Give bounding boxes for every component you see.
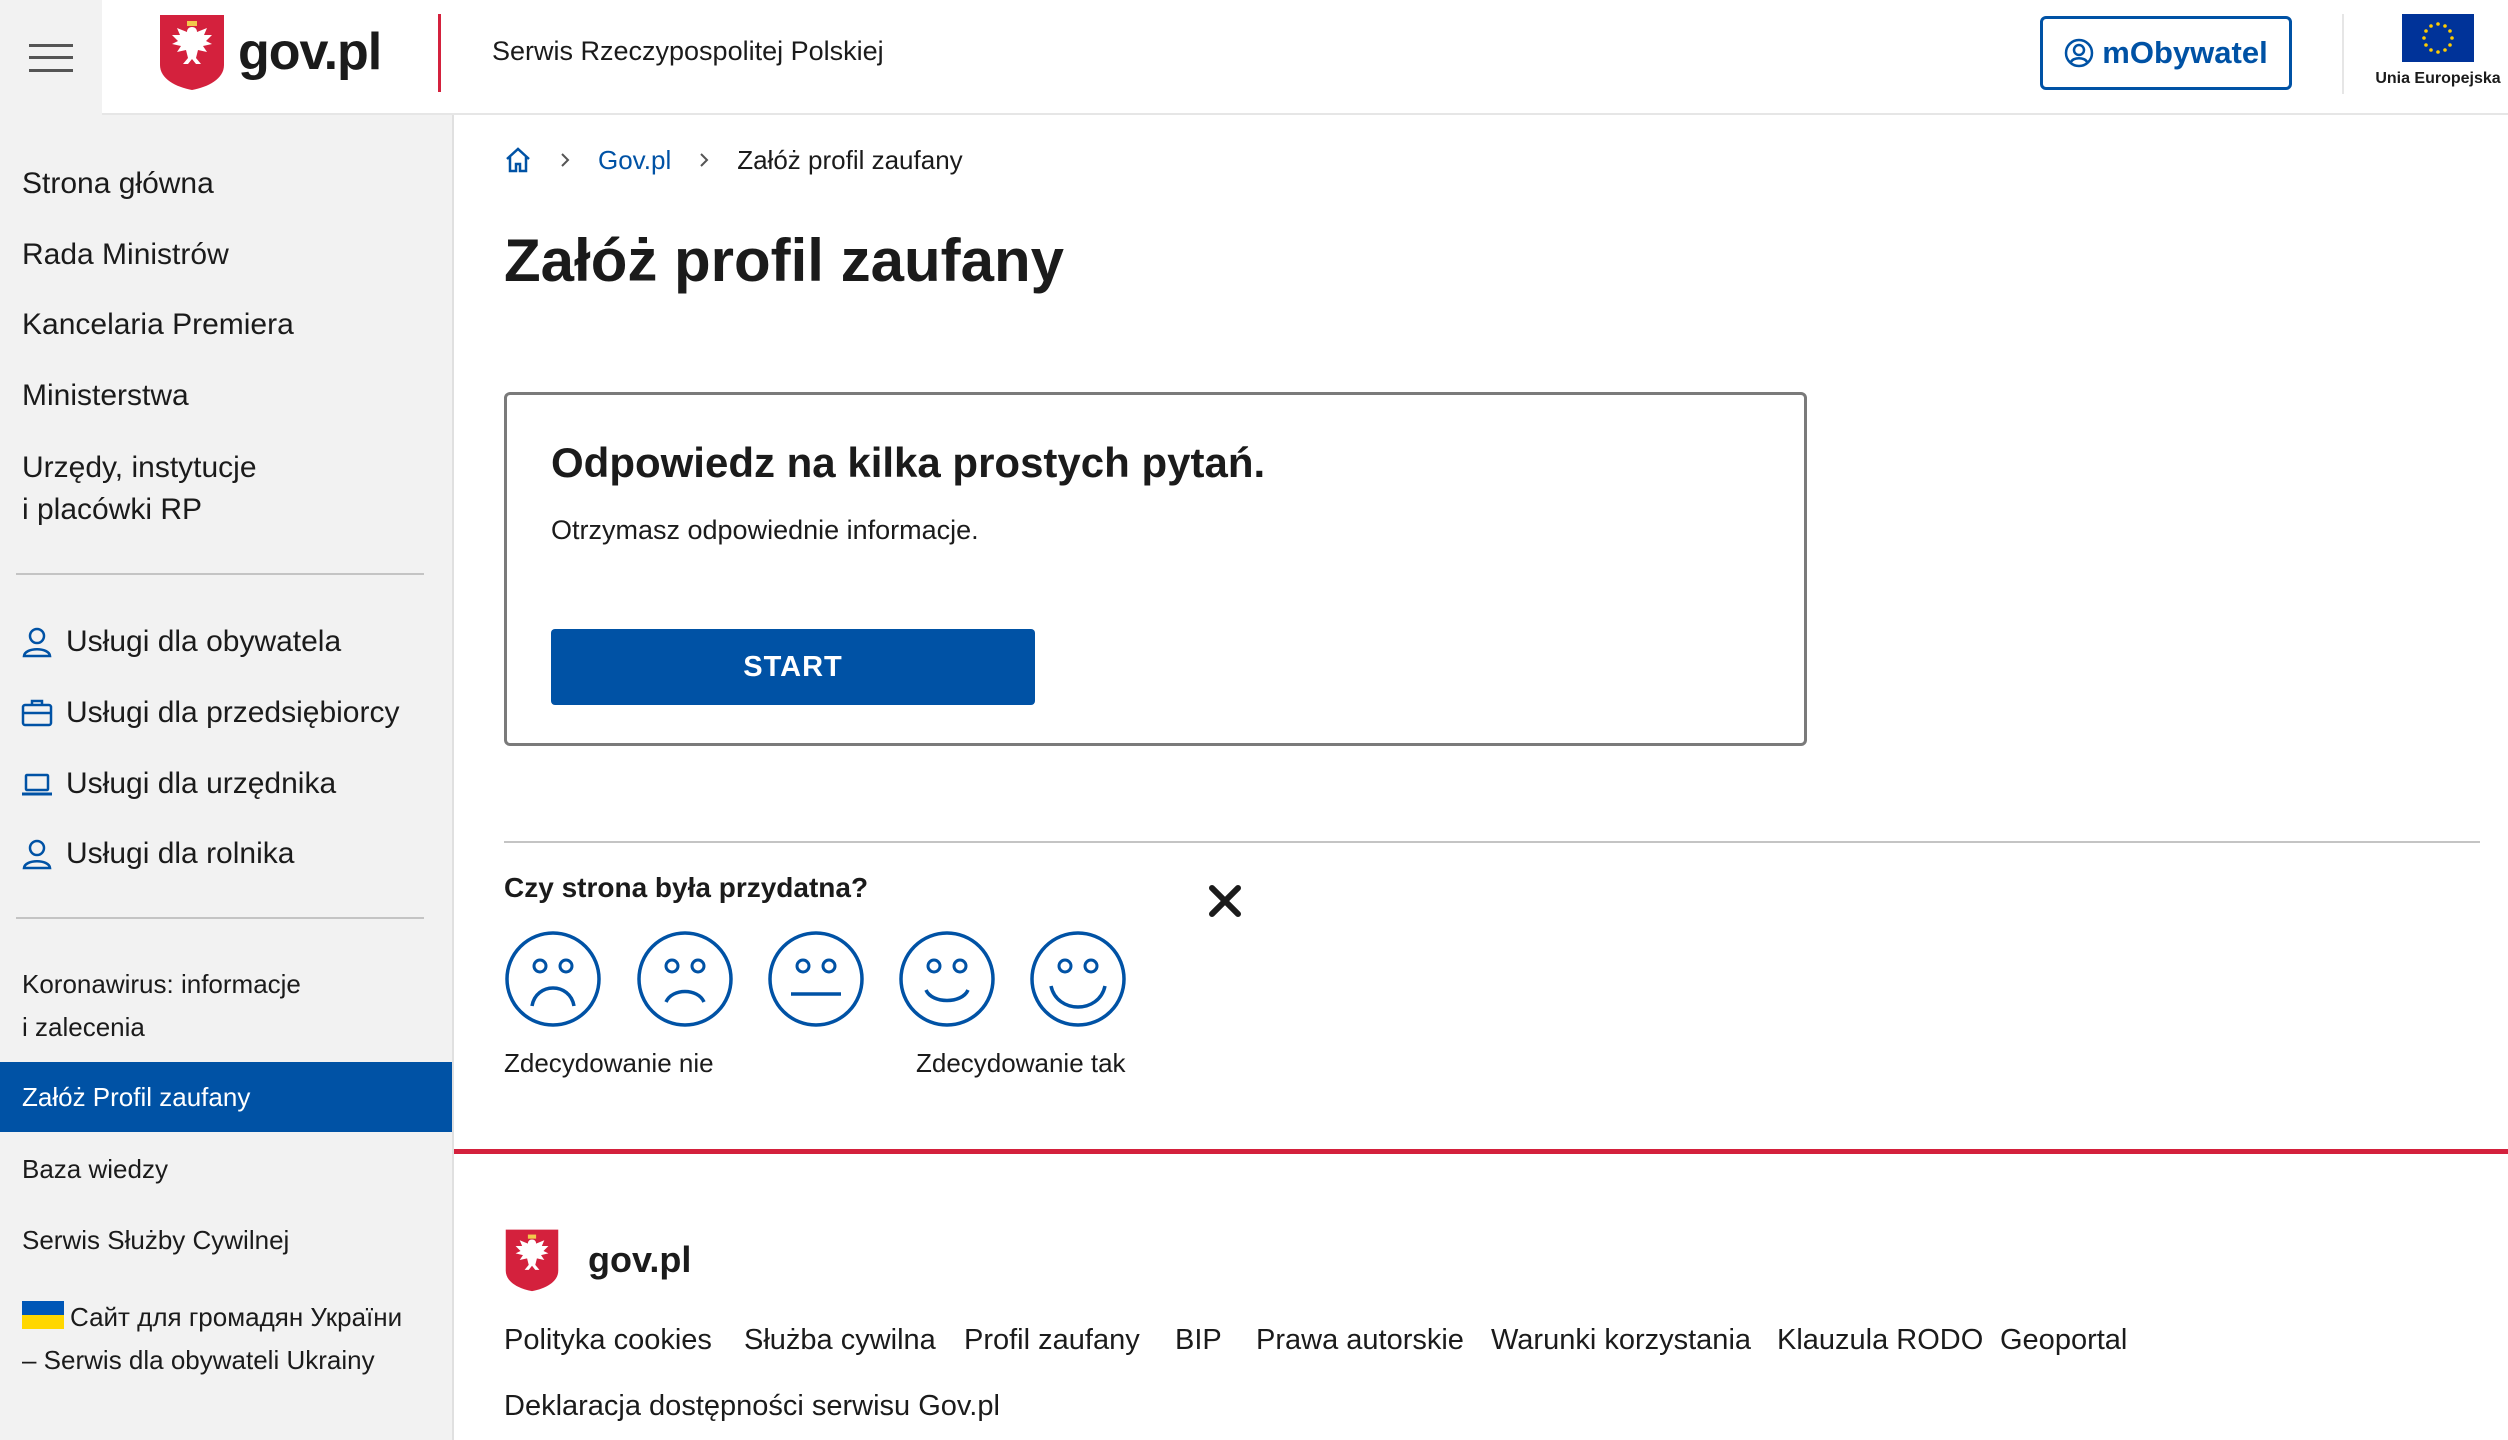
person-icon [22,839,52,870]
sidebar-item-offices[interactable]: Urzędy, instytucje [22,447,257,489]
hamburger-icon [29,43,73,72]
site-header: gov.pl Serwis Rzeczypospolitej Polskiej … [0,0,2508,115]
footer-link-geoportal[interactable]: Geoportal [2000,1324,2127,1357]
breadcrumb-gov[interactable]: Gov.pl [598,145,671,176]
sad-face-icon[interactable] [636,930,734,1028]
very-sad-face-icon[interactable] [504,930,602,1028]
sidebar-item-knowledge-base[interactable]: Baza wiedzy [22,1148,168,1190]
menu-button[interactable] [0,0,102,115]
sidebar-divider [16,573,424,575]
feedback-label-yes: Zdecydowanie tak [916,1048,1126,1078]
logo-text: gov.pl [238,23,382,81]
sidebar-divider [16,917,424,919]
sidebar-item-trusted-profile-active[interactable]: Załóż Profil zaufany [0,1062,452,1132]
briefcase-icon [21,699,53,727]
happy-face-icon[interactable] [898,930,996,1028]
sidebar-item-ukraine[interactable]: Сайт для громадян України [22,1296,402,1338]
chevron-right-icon [561,153,570,167]
neutral-face-icon[interactable] [767,930,865,1028]
card-subtitle: Otrzymasz odpowiednie informacje. [551,515,979,545]
laptop-icon [22,773,52,796]
page-title: Załóż profil zaufany [504,227,1065,294]
sidebar-item-civil-service[interactable]: Serwis Służby Cywilnej [22,1219,289,1261]
questionnaire-card: Odpowiedz na kilka prostych pytań. Otrzy… [504,392,1807,746]
sidebar-item-ukraine-line2[interactable]: – Serwis dla obywateli Ukrainy [22,1339,375,1381]
eu-logo[interactable]: Unia Europejska [2370,14,2506,88]
breadcrumb: Gov.pl Załóż profil zaufany [504,140,963,180]
sidebar-item-farmer-services[interactable]: Usługi dla rolnika [66,833,294,875]
footer-link-copyright[interactable]: Prawa autorskie [1256,1324,1464,1357]
close-icon[interactable] [1204,880,1246,922]
sidebar-item-offices-line2[interactable]: i placówki RP [22,489,202,531]
sidebar-item-official-services[interactable]: Usługi dla urzędnika [66,763,336,805]
footer-logo-text: gov.pl [588,1239,692,1280]
sidebar-item-council-of-ministers[interactable]: Rada Ministrów [22,234,229,276]
sidebar-item-chancellery[interactable]: Kancelaria Premiera [22,304,294,346]
header-divider [2342,14,2344,94]
feedback-label-no: Zdecydowanie nie [504,1048,714,1078]
card-title: Odpowiedz na kilka prostych pytań. [551,439,1266,486]
person-icon [22,627,52,658]
ukraine-line1: Сайт для громадян України [70,1302,403,1332]
gov-logo[interactable]: gov.pl [158,12,382,92]
sidebar-nav: Strona główna Rada Ministrów Kancelaria … [0,115,454,1440]
sidebar-item-citizen-services[interactable]: Usługi dla obywatela [66,621,341,663]
eu-label: Unia Europejska [2375,70,2501,87]
polish-eagle-emblem-icon [505,1229,559,1292]
feedback-divider [504,841,2480,843]
footer-logo[interactable]: gov.pl [504,1228,691,1292]
eu-flag-icon [2402,14,2474,62]
very-happy-face-icon[interactable] [1029,930,1127,1028]
mobywatel-label: mObywatel [2102,35,2268,70]
footer-link-trusted-profile[interactable]: Profil zaufany [964,1324,1140,1357]
ukraine-flag-icon [22,1301,64,1329]
polish-eagle-emblem-icon [160,15,224,90]
mobywatel-button[interactable]: mObywatel [2040,16,2292,90]
footer-link-bip[interactable]: BIP [1175,1324,1222,1357]
footer-link-cookies[interactable]: Polityka cookies [504,1324,712,1357]
chevron-right-icon [700,153,709,167]
sidebar-item-business-services[interactable]: Usługi dla przedsiębiorcy [66,692,400,734]
footer-link-accessibility[interactable]: Deklaracja dostępności serwisu Gov.pl [504,1390,1000,1423]
start-button[interactable]: START [551,629,1035,705]
footer-link-rodo[interactable]: Klauzula RODO [1777,1324,1983,1357]
service-name: Serwis Rzeczypospolitej Polskiej [492,36,884,66]
sidebar-item-covid-line2[interactable]: i zalecenia [22,1006,145,1048]
sidebar-item-home[interactable]: Strona główna [22,163,214,205]
sidebar-item-covid[interactable]: Koronawirus: informacje [22,963,301,1005]
logo-divider [438,14,441,92]
user-circle-icon [2065,38,2094,68]
home-icon[interactable] [504,146,532,174]
feedback-question: Czy strona była przydatna? [504,872,869,903]
breadcrumb-current: Załóż profil zaufany [737,144,963,175]
sidebar-item-ministries[interactable]: Ministerstwa [22,375,189,417]
footer-link-terms[interactable]: Warunki korzystania [1491,1324,1751,1357]
site-footer: gov.pl Polityka cookies Służba cywilna P… [454,1149,2508,1440]
footer-link-civil-service[interactable]: Służba cywilna [744,1324,936,1357]
